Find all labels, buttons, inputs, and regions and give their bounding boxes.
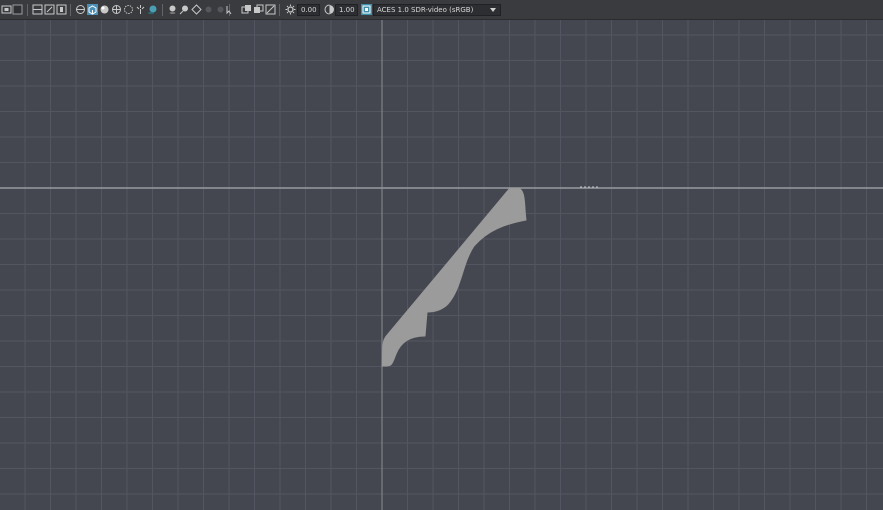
select-mode-icon[interactable] xyxy=(12,4,23,15)
antialias-icon[interactable] xyxy=(179,4,190,15)
shaded-icon[interactable] xyxy=(111,4,122,15)
gamma-field[interactable]: 1.00 xyxy=(335,4,358,16)
frame-selected-icon[interactable] xyxy=(56,4,67,15)
viewport-panel: 0.00 1.00 ACES 1.0 SDR-video (sRGB) xyxy=(0,0,883,510)
3d-viewport[interactable] xyxy=(0,20,883,510)
frame-all-icon[interactable] xyxy=(44,4,55,15)
motion-blur-icon[interactable] xyxy=(203,4,214,15)
ambient-occlusion-icon[interactable] xyxy=(167,4,178,15)
color-management-icon[interactable] xyxy=(361,4,372,15)
smooth-shaded-icon[interactable] xyxy=(99,4,110,15)
region-icon[interactable] xyxy=(32,4,43,15)
depth-of-field-icon[interactable] xyxy=(191,4,202,15)
toolbar-separator xyxy=(70,4,71,16)
isolate-select-icon[interactable] xyxy=(224,4,235,15)
viewport-toolbar: 0.00 1.00 ACES 1.0 SDR-video (sRGB) xyxy=(0,0,883,20)
toolbar-separator xyxy=(27,4,28,16)
camera-icon[interactable] xyxy=(1,4,12,15)
toolbar-separator xyxy=(162,4,163,16)
xray-icon[interactable] xyxy=(241,4,252,15)
wireframe-icon[interactable] xyxy=(87,4,98,15)
backface-culling-icon[interactable] xyxy=(265,4,276,15)
xray-joints-icon[interactable] xyxy=(253,4,264,15)
gamma-icon[interactable] xyxy=(324,4,335,15)
color-space-label: ACES 1.0 SDR-video (sRGB) xyxy=(377,6,474,14)
shadows-icon[interactable] xyxy=(147,4,158,15)
lights-icon[interactable] xyxy=(135,4,146,15)
textured-icon[interactable] xyxy=(123,4,134,15)
exposure-icon[interactable] xyxy=(285,4,296,15)
layout-icon[interactable] xyxy=(75,4,86,15)
chevron-down-icon xyxy=(490,8,496,12)
viewport-canvas[interactable] xyxy=(0,20,883,510)
color-space-dropdown[interactable]: ACES 1.0 SDR-video (sRGB) xyxy=(373,4,501,16)
exposure-field[interactable]: 0.00 xyxy=(297,4,320,16)
toolbar-separator xyxy=(279,4,280,16)
